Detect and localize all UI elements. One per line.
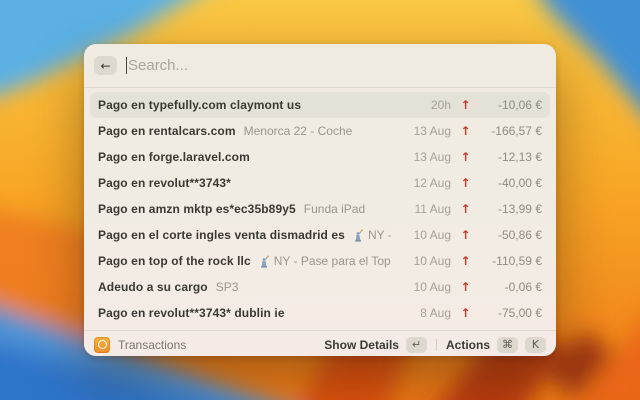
transaction-amount: -10,06 €	[497, 98, 542, 112]
transaction-title: Pago en rentalcars.com	[98, 124, 236, 138]
transaction-amount: -75,00 €	[497, 306, 542, 320]
footer-divider	[435, 338, 437, 351]
transaction-title: Adeudo a su cargo	[98, 280, 208, 294]
transaction-row[interactable]: Pago en el corte ingles venta dismadrid …	[90, 222, 550, 248]
transaction-amount: -50,86 €	[497, 228, 542, 242]
text-caret	[126, 57, 127, 74]
arrow-up-icon: ↑	[460, 254, 471, 268]
transaction-date: 8 Aug	[420, 306, 451, 320]
transaction-row[interactable]: Pago en revolut**3743* dublin ie 8 Aug ↑…	[90, 300, 550, 326]
transaction-title: Pago en revolut**3743* dublin ie	[98, 306, 285, 320]
transaction-date: 11 Aug	[414, 202, 451, 216]
transaction-title: Pago en el corte ingles venta dismadrid …	[98, 228, 345, 242]
transaction-date: 12 Aug	[413, 176, 451, 190]
arrow-up-icon: ↑	[460, 124, 471, 138]
transaction-amount: -0,06 €	[504, 280, 542, 294]
transaction-amount: -110,59 €	[492, 254, 542, 268]
back-arrow-icon: ←	[100, 58, 111, 73]
transaction-subtitle: Funda iPad	[304, 202, 365, 216]
actions-button[interactable]: Actions	[446, 338, 490, 352]
transaction-date: 10 Aug	[413, 254, 451, 268]
transaction-subtitle-text: Menorca 22 - Coche	[243, 124, 353, 138]
transaction-row[interactable]: Adeudo a su cargo SP3 10 Aug ↑ -0,06 €	[90, 274, 550, 300]
transaction-subtitle-text: SP3	[215, 280, 239, 294]
search-bar: ← Search...	[84, 44, 556, 88]
transaction-subtitle-text: Funda iPad	[303, 202, 366, 216]
arrow-up-icon: ↑	[460, 306, 471, 320]
transaction-row[interactable]: Pago en typefully.com claymont us 20h ↑ …	[90, 92, 550, 118]
transactions-app-icon	[94, 336, 110, 353]
arrow-up-icon: ↑	[460, 176, 471, 190]
arrow-up-icon: ↑	[460, 98, 471, 112]
arrow-up-icon: ↑	[460, 280, 471, 294]
transaction-date: 20h	[430, 98, 451, 112]
transaction-title: Pago en amzn mktp es*ec35b89y5	[98, 202, 296, 216]
transaction-amount: -166,57 €	[491, 124, 542, 138]
arrow-up-icon: ↑	[460, 202, 471, 216]
show-details-button[interactable]: Show Details	[324, 338, 399, 352]
transaction-title: Pago en revolut**3743*	[98, 176, 231, 190]
transaction-subtitle-text: NY - Pase para el Top of the Rock	[273, 254, 391, 268]
back-button[interactable]: ←	[94, 56, 117, 75]
transaction-row[interactable]: Pago en forge.laravel.com 13 Aug ↑ -12,1…	[90, 144, 550, 170]
transaction-row[interactable]: Pago en amzn mktp es*ec35b89y5 Funda iPa…	[90, 196, 550, 222]
arrow-up-icon: ↑	[460, 228, 471, 242]
transaction-row[interactable]: Pago en rentalcars.com Menorca 22 - Coch…	[90, 118, 550, 144]
search-placeholder: Search...	[128, 57, 189, 74]
cmd-key-icon: ⌘	[497, 336, 518, 353]
transaction-date: 10 Aug	[413, 280, 451, 294]
status-bar: Transactions Show Details ↵ Actions ⌘ K	[84, 330, 556, 356]
enter-key-icon: ↵	[405, 336, 427, 353]
transaction-row[interactable]: Pago en top of the rock llc NY - Pase pa…	[90, 248, 550, 274]
transaction-list: Pago en typefully.com claymont us 20h ↑ …	[84, 88, 556, 330]
transaction-row[interactable]: Pago en revolut**3743* 12 Aug ↑ -40,00 €	[90, 170, 550, 196]
arrow-up-icon: ↑	[460, 150, 471, 164]
transaction-amount: -13,99 €	[497, 202, 542, 216]
transaction-title: Pago en forge.laravel.com	[98, 150, 250, 164]
transaction-date: 10 Aug	[413, 228, 451, 242]
transaction-subtitle: NY - Pase para el Top of the Rock	[259, 254, 391, 268]
transaction-title: Pago en typefully.com claymont us	[98, 98, 302, 112]
transaction-subtitle: Menorca 22 - Coche	[244, 124, 353, 138]
transaction-amount: -12,13 €	[497, 150, 542, 164]
statue-of-liberty-icon	[259, 255, 270, 268]
app-label: Transactions	[118, 337, 187, 352]
transaction-date: 13 Aug	[413, 124, 451, 138]
transaction-subtitle: SP3	[216, 280, 239, 294]
transaction-amount: -40,00 €	[497, 176, 542, 190]
transaction-subtitle: NY - Seguro cancelación Hotel	[353, 228, 391, 242]
launcher-window: ← Search... Pago en typefully.com claymo…	[84, 44, 556, 356]
statue-of-liberty-icon	[353, 229, 364, 242]
transaction-subtitle-text: NY - Seguro cancelación Hotel	[367, 228, 391, 242]
transaction-date: 13 Aug	[413, 150, 451, 164]
k-key-icon: K	[525, 336, 546, 353]
transaction-title: Pago en top of the rock llc	[98, 254, 251, 268]
search-input[interactable]: Search...	[126, 44, 546, 87]
